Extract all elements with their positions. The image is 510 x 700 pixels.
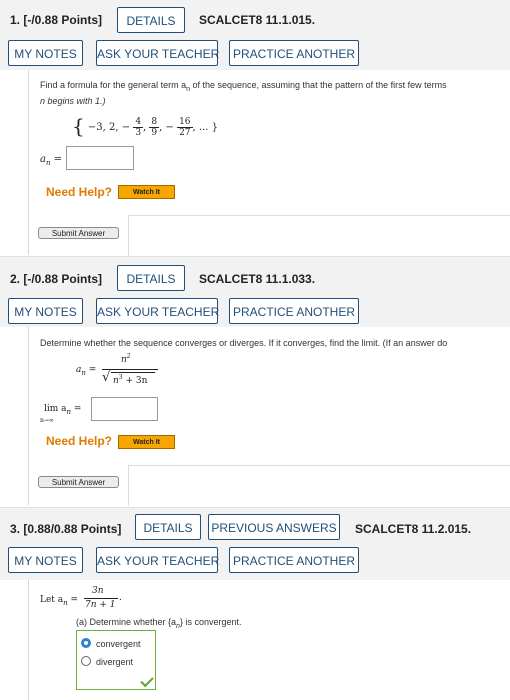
q2-need-help: Need Help?	[46, 434, 113, 448]
q2-an-eq: =	[85, 365, 97, 375]
q2-num-exp: 2	[126, 353, 131, 360]
q3-part-a-text: (a) Determine whether {a	[76, 617, 177, 627]
q2-answer-input[interactable]	[91, 397, 158, 421]
q3-problem-code: SCALCET8 11.2.015.	[355, 522, 472, 536]
q2-sqrt-bar	[111, 372, 155, 373]
q2-lim-eq: =	[71, 404, 82, 414]
q3-fraction-bar	[84, 598, 118, 599]
question-2-points: 2. [-/0.88 Points]	[10, 272, 103, 286]
q2-details-button[interactable]: DETAILS	[117, 265, 185, 291]
q2-den-rest: + 3n	[122, 376, 148, 386]
q2-submit-panel-rule	[128, 465, 510, 506]
q1-sequence: { −3, 2, − 4 3 , 8 9 , − 16 27 , ... }	[72, 114, 218, 138]
q3-option-divergent-radio[interactable]	[81, 656, 91, 666]
q3-part-a: (a) Determine whether {an} is convergent…	[76, 617, 242, 630]
q2-limit-under: n→∞	[40, 417, 54, 424]
q1-answer-eq: =	[50, 154, 63, 165]
question-3-points: 3. [0.88/0.88 Points]	[10, 522, 122, 536]
q1-seq-open-brace: {	[72, 114, 85, 138]
q1-watch-it-button[interactable]: Watch It	[118, 185, 175, 199]
q3-let-dot: .	[119, 593, 122, 603]
q1-frac-3-den: 27	[179, 128, 191, 138]
q2-prompt: Determine whether the sequence converges…	[40, 338, 448, 348]
q2-fraction-bar	[102, 369, 158, 370]
q1-frac-1-num: 4	[133, 117, 144, 128]
q2-fraction-numerator: n2	[121, 353, 131, 365]
q3-option-divergent-label[interactable]: divergent	[96, 657, 133, 667]
q3-fraction-denominator: 7n + 1	[85, 600, 116, 610]
q2-lim-text: lim a	[44, 404, 67, 414]
q1-answer-input[interactable]	[66, 146, 134, 170]
q2-practice-another-button[interactable]: PRACTICE ANOTHER	[229, 298, 359, 324]
q1-answer-label: an =	[40, 154, 62, 167]
q1-my-notes-button[interactable]: MY NOTES	[8, 40, 83, 66]
q1-frac-2-den: 9	[151, 128, 158, 138]
q2-sqrt-symbol: √	[102, 370, 111, 385]
q3-let-eq: =	[67, 595, 79, 605]
q1-details-button[interactable]: DETAILS	[117, 7, 185, 33]
q3-details-button[interactable]: DETAILS	[135, 514, 201, 540]
q3-ask-teacher-button[interactable]: ASK YOUR TEACHER	[96, 547, 219, 573]
q1-prompt-line-2: n begins with 1.)	[40, 96, 106, 106]
question-1-points: 1. [-/0.88 Points]	[10, 13, 103, 27]
q1-practice-another-button[interactable]: PRACTICE ANOTHER	[229, 40, 359, 66]
q3-previous-answers-button[interactable]: PREVIOUS ANSWERS	[208, 514, 340, 540]
q1-frac-1-den: 3	[135, 128, 142, 138]
q1-need-help: Need Help?	[46, 185, 113, 199]
q1-frac-2: 8 9	[149, 117, 160, 138]
q1-prompt-text-1: Find a formula for the general term a	[40, 80, 187, 90]
q3-my-notes-button[interactable]: MY NOTES	[8, 547, 83, 573]
q2-my-notes-button[interactable]: MY NOTES	[8, 298, 83, 324]
q3-let-text: Let a	[40, 595, 64, 605]
q1-prompt-text-2: of the sequence, assuming that the patte…	[189, 80, 447, 90]
q1-submit-answer-button-overlay[interactable]: Submit Answer	[38, 227, 119, 239]
q2-an-label: an =	[76, 365, 96, 377]
q1-seq-mid: , −	[159, 122, 174, 133]
q3-option-convergent-radio[interactable]	[81, 638, 91, 648]
q2-ask-teacher-button[interactable]: ASK YOUR TEACHER	[96, 298, 219, 324]
q1-problem-code: SCALCET8 11.1.015.	[199, 13, 316, 27]
q1-ask-teacher-button[interactable]: ASK YOUR TEACHER	[96, 40, 219, 66]
q1-seq-end: , ... }	[192, 122, 218, 133]
q3-option-convergent-label[interactable]: convergent	[96, 639, 141, 649]
q1-frac-3: 16 27	[177, 117, 193, 138]
q1-frac-3-num: 16	[177, 117, 193, 128]
q2-watch-it-button[interactable]: Watch It	[118, 435, 175, 449]
q2-problem-code: SCALCET8 11.1.033.	[199, 272, 316, 286]
q3-let-label: Let an =	[40, 595, 78, 607]
q3-practice-another-button[interactable]: PRACTICE ANOTHER	[229, 547, 359, 573]
q1-prompt: Find a formula for the general term an o…	[40, 80, 447, 93]
q1-seq-start: −3, 2, −	[87, 122, 131, 133]
q1-submit-panel-rule	[128, 215, 510, 256]
q1-frac-2-num: 8	[149, 117, 160, 128]
q1-frac-1: 4 3	[133, 117, 144, 138]
q2-fraction-denominator: n3 + 3n	[113, 374, 147, 386]
q3-part-a-end: } is convergent.	[179, 617, 242, 627]
q2-submit-answer-button[interactable]: Submit Answer	[38, 476, 119, 488]
q2-limit-label: lim an =	[44, 404, 81, 416]
q3-fraction-numerator: 3n	[92, 586, 104, 596]
